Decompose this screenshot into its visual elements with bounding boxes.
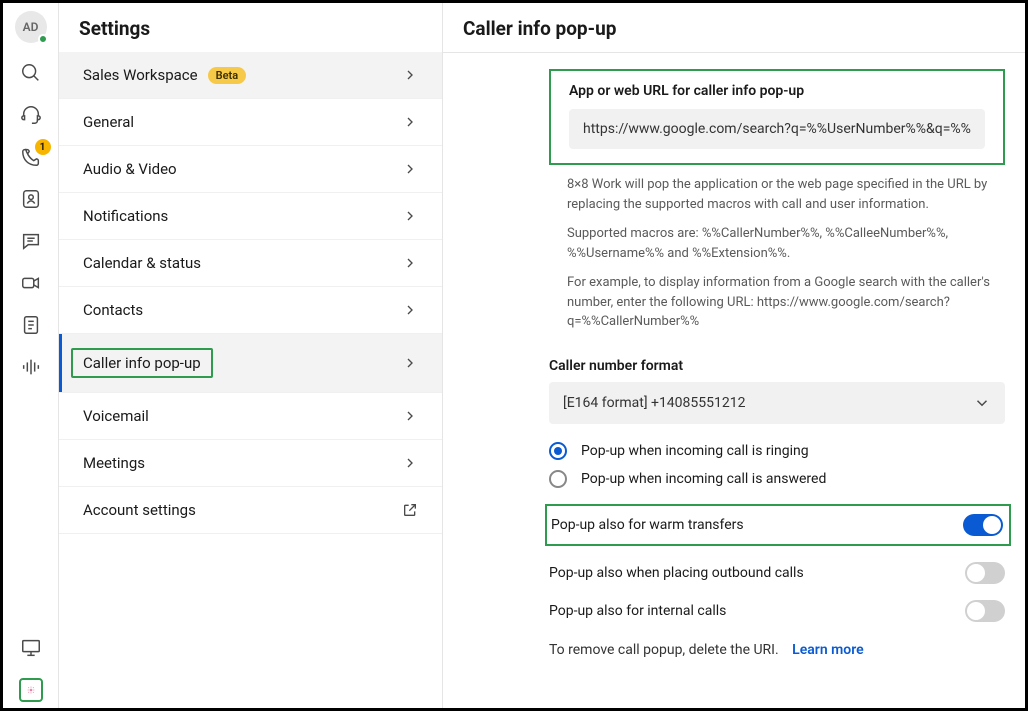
settings-item-label: Sales Workspace: [83, 66, 198, 84]
settings-item-general[interactable]: General: [59, 99, 442, 146]
settings-item-audio-video[interactable]: Audio & Video: [59, 146, 442, 193]
settings-item-label: Caller info pop-up: [71, 348, 213, 378]
toggle-label: Pop-up also for warm transfers: [551, 517, 744, 533]
help-p3: For example, to display information from…: [567, 273, 1005, 332]
contacts-icon[interactable]: [19, 187, 43, 211]
format-select[interactable]: [E164 format] +14085551212: [549, 382, 1005, 424]
chevron-right-icon: [402, 355, 418, 371]
settings-item-label: General: [83, 113, 134, 131]
toggle-switch[interactable]: [963, 514, 1003, 536]
settings-item-meetings[interactable]: Meetings: [59, 440, 442, 487]
radio-ringing[interactable]: Pop-up when incoming call is ringing: [549, 442, 1005, 460]
avatar[interactable]: AD: [15, 11, 47, 43]
main-title: Caller info pop-up: [443, 3, 1025, 53]
settings-icon[interactable]: [19, 678, 43, 702]
settings-panel: Settings Sales Workspace Beta General Au…: [59, 3, 443, 708]
remove-note-row: To remove call popup, delete the URI. Le…: [549, 642, 1005, 658]
learn-more-link[interactable]: Learn more: [792, 642, 863, 658]
settings-item-label: Contacts: [83, 301, 143, 319]
phone-icon[interactable]: 1: [19, 145, 43, 169]
settings-item-voicemail[interactable]: Voicemail: [59, 393, 442, 440]
chevron-right-icon: [402, 67, 418, 83]
avatar-initials: AD: [23, 20, 39, 34]
radio-unchecked-icon: [549, 470, 567, 488]
help-text: 8×8 Work will pop the application or the…: [567, 175, 1005, 332]
help-p2: Supported macros are: %%CallerNumber%%, …: [567, 224, 1005, 263]
phone-badge: 1: [35, 139, 51, 155]
radio-label: Pop-up when incoming call is ringing: [581, 443, 809, 459]
icon-rail: AD 1: [3, 3, 59, 708]
desktop-icon[interactable]: [19, 636, 43, 660]
document-icon[interactable]: [19, 313, 43, 337]
toggle-internal: Pop-up also for internal calls: [549, 600, 1005, 622]
settings-item-label: Notifications: [83, 207, 168, 225]
chevron-right-icon: [402, 255, 418, 271]
settings-item-caller-info[interactable]: Caller info pop-up: [59, 334, 442, 393]
waveform-icon[interactable]: [19, 355, 43, 379]
status-dot-icon: [38, 34, 48, 44]
url-section: App or web URL for caller info pop-up: [549, 69, 1005, 165]
main-body: App or web URL for caller info pop-up 8×…: [443, 53, 1025, 678]
url-section-label: App or web URL for caller info pop-up: [569, 83, 985, 99]
radio-checked-icon: [549, 442, 567, 460]
chevron-right-icon: [402, 208, 418, 224]
settings-item-label: Calendar & status: [83, 254, 201, 272]
format-label: Caller number format: [549, 358, 1005, 374]
toggle-switch[interactable]: [965, 562, 1005, 584]
headset-icon[interactable]: [19, 103, 43, 127]
settings-item-contacts[interactable]: Contacts: [59, 287, 442, 334]
chevron-right-icon: [402, 161, 418, 177]
radio-answered[interactable]: Pop-up when incoming call is answered: [549, 470, 1005, 488]
toggle-label: Pop-up also for internal calls: [549, 603, 726, 619]
toggle-outbound: Pop-up also when placing outbound calls: [549, 562, 1005, 584]
chevron-down-icon: [973, 394, 991, 412]
settings-item-label: Account settings: [83, 501, 196, 519]
settings-item-calendar-status[interactable]: Calendar & status: [59, 240, 442, 287]
beta-chip: Beta: [208, 67, 247, 84]
chevron-right-icon: [402, 408, 418, 424]
settings-title: Settings: [59, 3, 442, 52]
toggle-warm-transfers: Pop-up also for warm transfers: [545, 504, 1011, 546]
settings-item-notifications[interactable]: Notifications: [59, 193, 442, 240]
search-icon[interactable]: [19, 61, 43, 85]
toggle-label: Pop-up also when placing outbound calls: [549, 565, 804, 581]
settings-item-sales-workspace[interactable]: Sales Workspace Beta: [59, 52, 442, 99]
app-frame: AD 1 Settings Sales Workspace Beta: [0, 0, 1028, 711]
chevron-right-icon: [402, 114, 418, 130]
settings-item-label: Audio & Video: [83, 160, 177, 178]
settings-item-label: Meetings: [83, 454, 145, 472]
chat-icon[interactable]: [19, 229, 43, 253]
external-link-icon: [402, 502, 418, 518]
url-input[interactable]: [569, 109, 985, 149]
radio-label: Pop-up when incoming call is answered: [581, 471, 826, 487]
toggle-switch[interactable]: [965, 600, 1005, 622]
chevron-right-icon: [402, 455, 418, 471]
main-panel: Caller info pop-up App or web URL for ca…: [443, 3, 1025, 708]
video-icon[interactable]: [19, 271, 43, 295]
settings-item-account-settings[interactable]: Account settings: [59, 487, 442, 534]
chevron-right-icon: [402, 302, 418, 318]
help-p1: 8×8 Work will pop the application or the…: [567, 175, 1005, 214]
format-selected: [E164 format] +14085551212: [563, 395, 746, 411]
remove-note-text: To remove call popup, delete the URI.: [549, 642, 779, 658]
settings-list: Sales Workspace Beta General Audio & Vid…: [59, 52, 442, 534]
settings-item-label: Voicemail: [83, 407, 149, 425]
